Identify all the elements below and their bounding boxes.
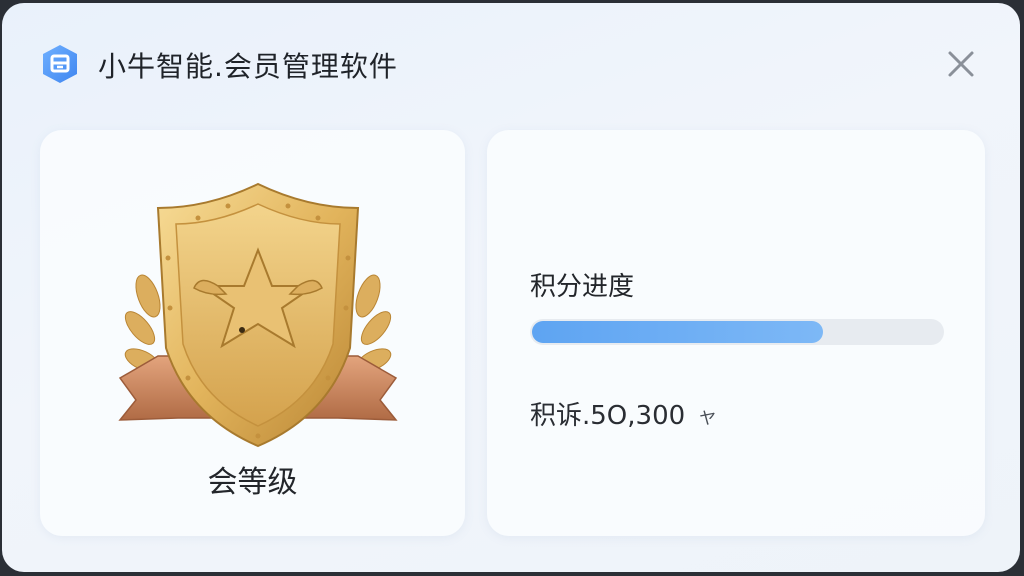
points-value: 积诉.5O,300 ヤ [530, 395, 716, 432]
member-level-card: 会等级 [40, 130, 465, 536]
close-button[interactable] [938, 41, 984, 87]
member-level-label: 会等级 [207, 465, 298, 500]
title-bar: 小牛智能.会员管理软件 [2, 3, 1020, 121]
points-progress-bar [530, 319, 944, 345]
app-window: 小牛智能.会员管理软件 会等级 积分进度 积诉.5O,300 ヤ [2, 3, 1020, 572]
close-icon [948, 51, 974, 77]
app-logo-icon [43, 45, 77, 83]
points-unit: ヤ [699, 409, 717, 429]
points-text: 积诉.5O,300 [530, 401, 686, 431]
points-progress-fill [532, 321, 823, 343]
app-title: 小牛智能.会员管理软件 [98, 50, 398, 83]
gold-shield-bull-badge-icon [118, 182, 398, 448]
progress-label: 积分进度 [530, 272, 635, 302]
points-progress-card: 积分进度 积诉.5O,300 ヤ [487, 130, 985, 536]
